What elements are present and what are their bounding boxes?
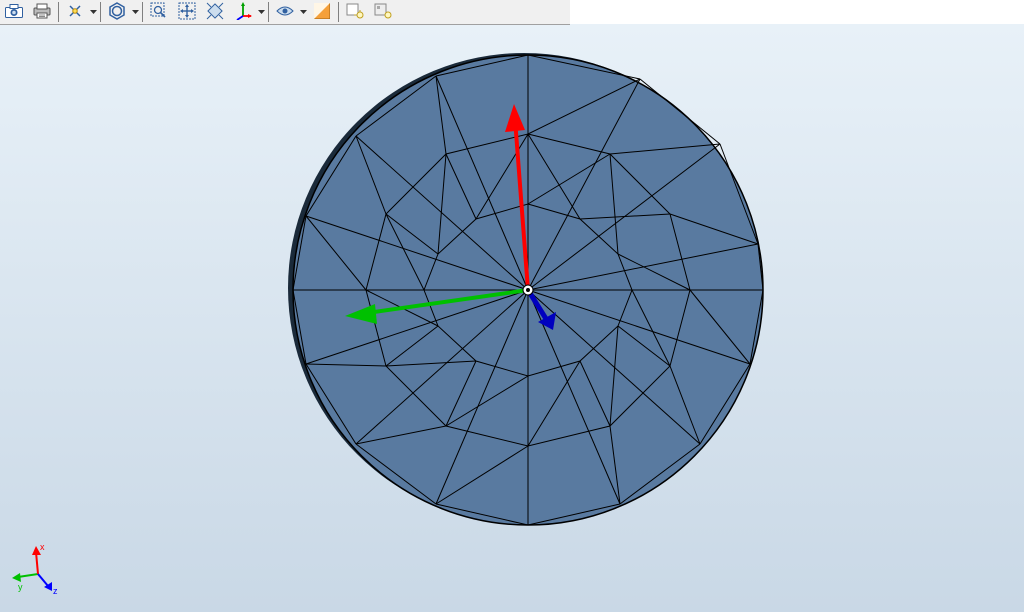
orientation-triad-icon bbox=[234, 2, 252, 23]
separator bbox=[58, 2, 59, 22]
light-panel-button[interactable] bbox=[370, 0, 396, 24]
printer-icon bbox=[33, 3, 51, 22]
datum-point-icon bbox=[67, 3, 83, 22]
light-front-button[interactable] bbox=[342, 0, 368, 24]
visibility-dropdown[interactable] bbox=[299, 1, 308, 23]
pan-icon bbox=[178, 2, 196, 23]
separator bbox=[100, 2, 101, 22]
main-toolbar bbox=[0, 0, 570, 25]
orientation-dropdown[interactable] bbox=[257, 1, 266, 23]
separator bbox=[142, 2, 143, 22]
separator bbox=[268, 2, 269, 22]
color-button[interactable] bbox=[309, 0, 335, 24]
orientation-x-label: x bbox=[40, 542, 45, 552]
fit-button[interactable] bbox=[202, 0, 228, 24]
orientation-z-label: z bbox=[53, 586, 58, 596]
color-swatch-icon bbox=[314, 3, 330, 22]
screenshot-button[interactable] bbox=[1, 0, 27, 24]
viewport-3d[interactable]: y x z bbox=[0, 24, 1024, 612]
separator bbox=[338, 2, 339, 22]
fit-view-icon bbox=[206, 2, 224, 23]
orientation-triad: y x z bbox=[12, 542, 58, 596]
orientation-button[interactable] bbox=[230, 0, 256, 24]
light-panel-icon bbox=[374, 3, 392, 22]
viewport-canvas: y x z bbox=[0, 24, 1024, 612]
light-front-icon bbox=[346, 3, 364, 22]
datum-button[interactable] bbox=[62, 0, 88, 24]
print-button[interactable] bbox=[29, 0, 55, 24]
hexagon-icon bbox=[108, 2, 126, 23]
pan-button[interactable] bbox=[174, 0, 200, 24]
datum-dropdown[interactable] bbox=[89, 1, 98, 23]
camera-icon bbox=[5, 4, 23, 21]
render-style-button[interactable] bbox=[104, 0, 130, 24]
eye-icon bbox=[276, 5, 294, 20]
zoom-box-icon bbox=[150, 2, 168, 23]
render-dropdown[interactable] bbox=[131, 1, 140, 23]
zoom-box-button[interactable] bbox=[146, 0, 172, 24]
orientation-y-label: y bbox=[18, 582, 23, 592]
visibility-button[interactable] bbox=[272, 0, 298, 24]
